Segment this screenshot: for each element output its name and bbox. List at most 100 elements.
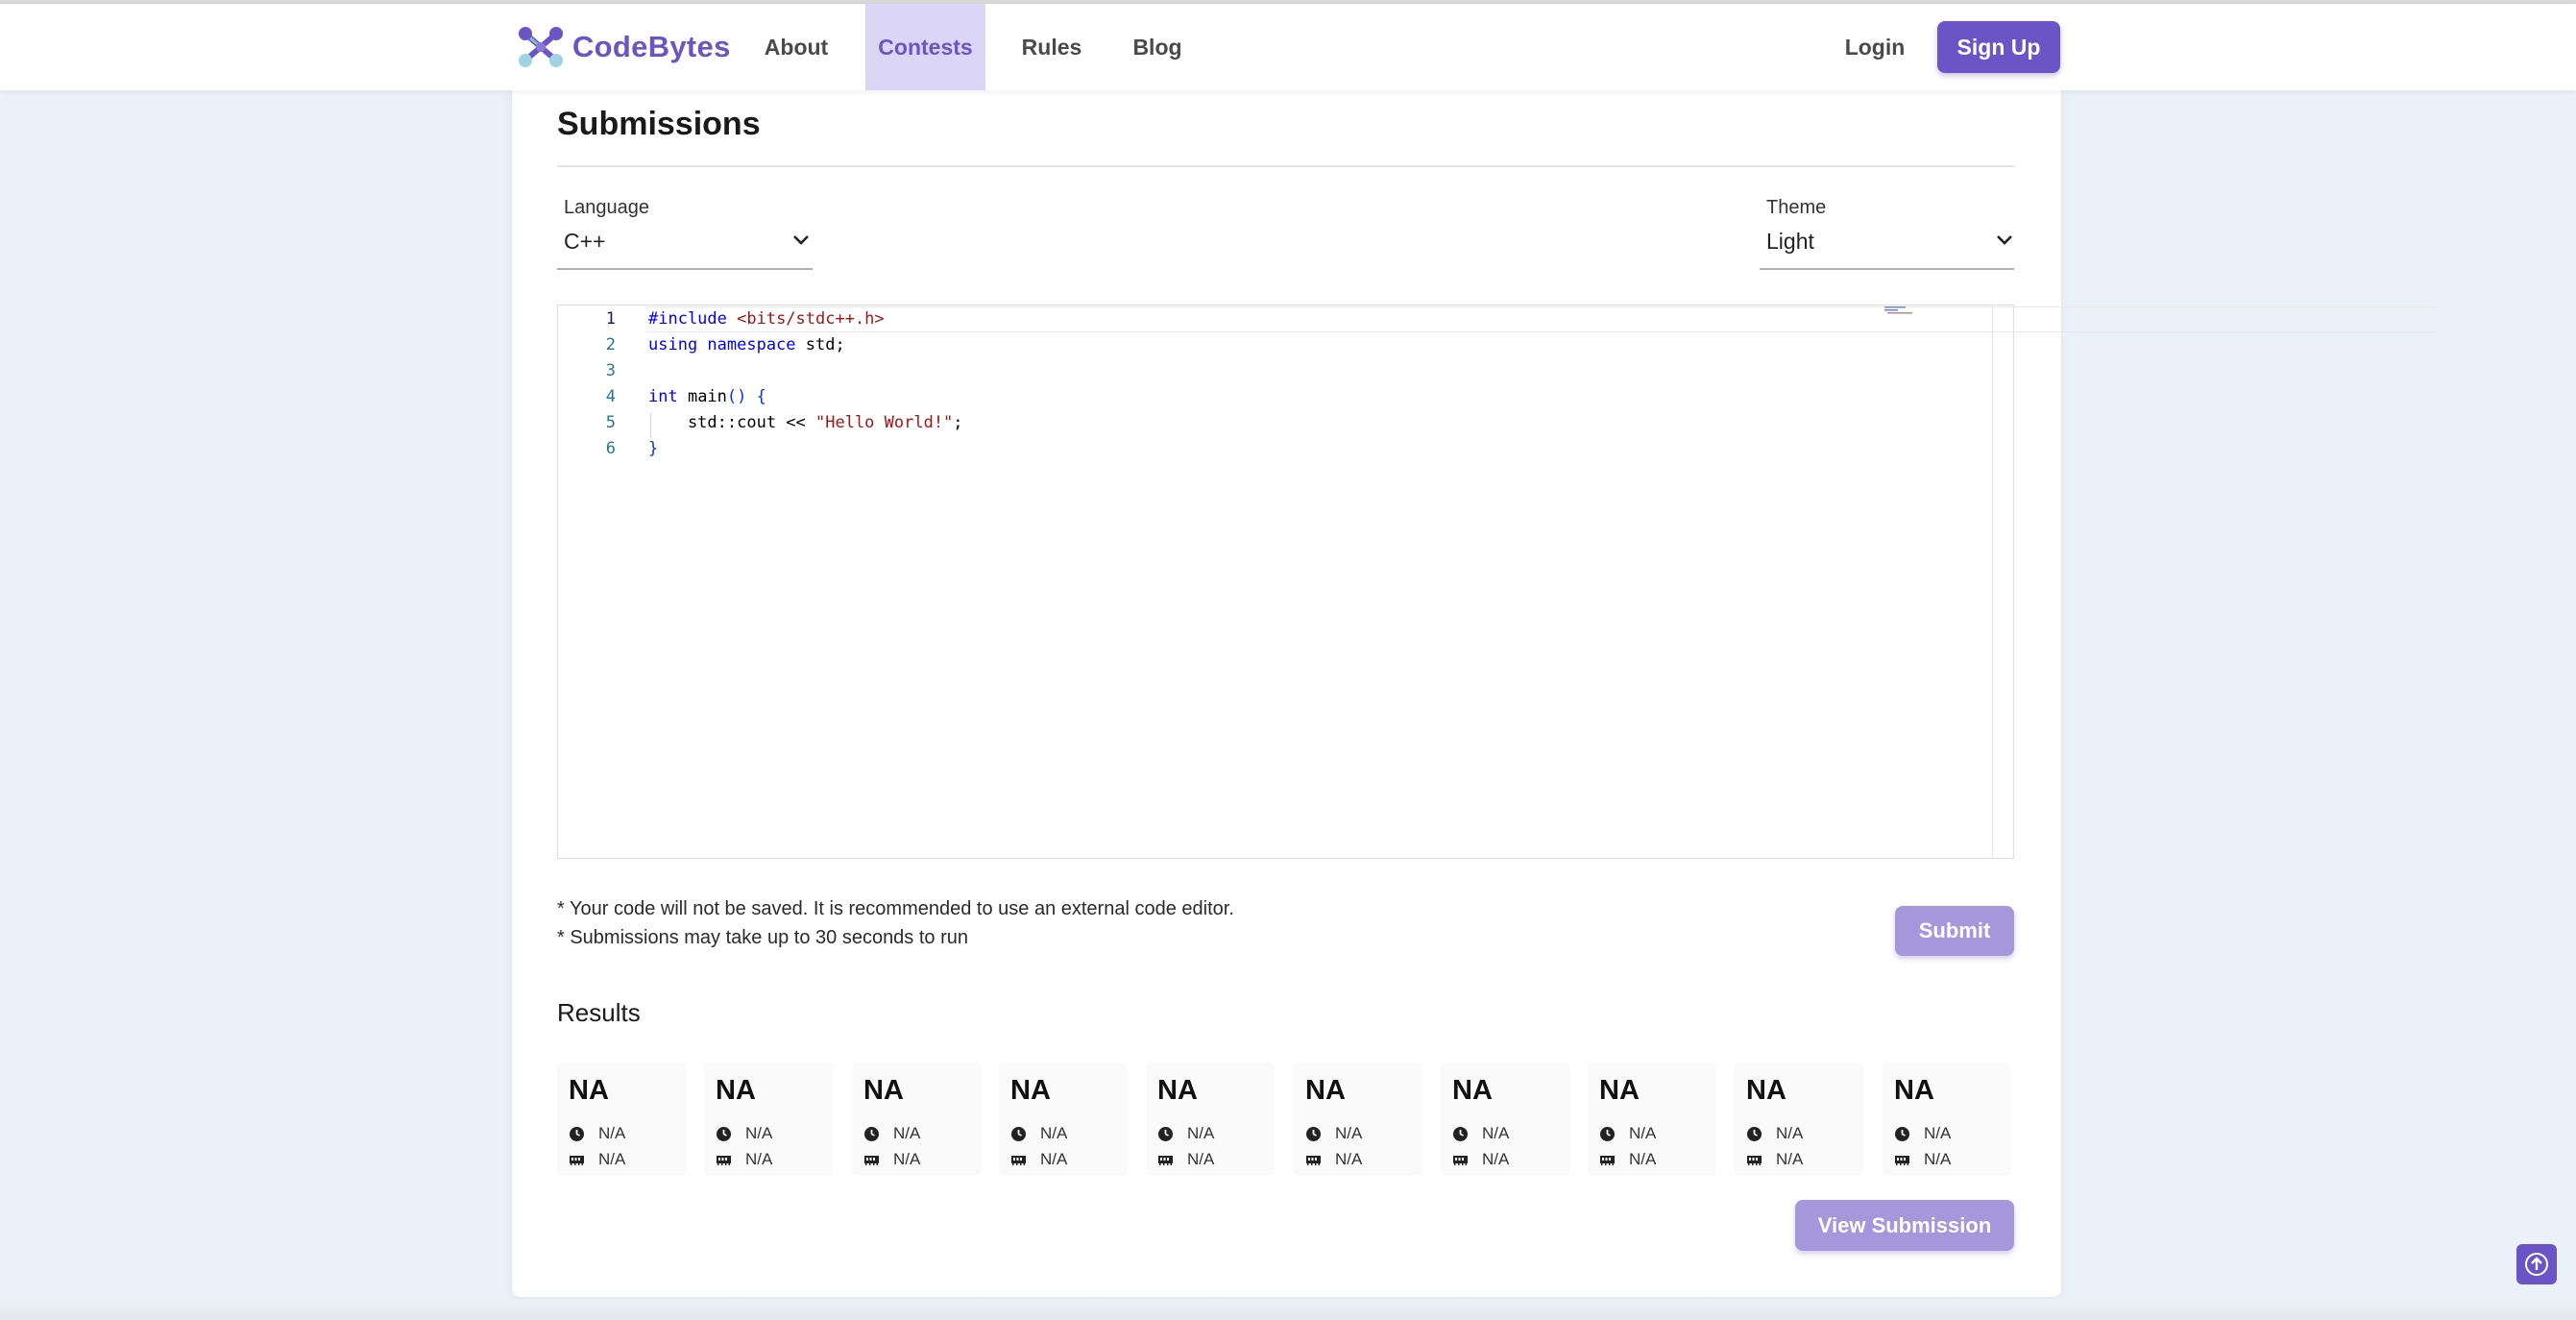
result-card: NA N/A N/A [704, 1063, 833, 1175]
chevron-down-icon [1997, 235, 2012, 245]
result-time-row: N/A [863, 1124, 920, 1143]
clock-icon [716, 1126, 745, 1142]
result-status: NA [1894, 1075, 1934, 1106]
clock-icon [863, 1126, 893, 1142]
scroll-to-top-button[interactable] [2516, 1244, 2557, 1284]
language-label: Language [564, 197, 649, 218]
memory-icon [716, 1152, 745, 1168]
brand-link[interactable]: CodeBytes [517, 25, 731, 69]
result-card: NA N/A N/A [999, 1063, 1128, 1175]
result-time-row: N/A [1010, 1124, 1067, 1143]
result-memory-row: N/A [716, 1150, 772, 1169]
code-line[interactable]: #include <bits/stdc++.h> [648, 309, 885, 329]
line-number: 2 [605, 335, 616, 354]
theme-label: Theme [1766, 197, 1827, 218]
code-editor[interactable]: 1 2 3 4 5 6 #include <bits/stdc++.h> usi… [557, 305, 2435, 859]
note-not-saved: * Your code will not be saved. It is rec… [557, 898, 1234, 919]
result-time-row: N/A [1157, 1124, 1214, 1143]
result-time: N/A [1335, 1124, 1363, 1142]
result-time: N/A [1482, 1124, 1510, 1142]
result-card: NA N/A N/A [852, 1063, 981, 1175]
memory-icon [1894, 1152, 1924, 1168]
editor-scrollbar[interactable] [1992, 306, 2013, 858]
minimap[interactable] [1883, 306, 1918, 317]
result-status: NA [1157, 1075, 1198, 1106]
nav-contests[interactable]: Contests [865, 4, 985, 90]
result-status: NA [1746, 1075, 1786, 1106]
result-card: NA N/A N/A [1883, 1063, 2011, 1175]
nav-rules[interactable]: Rules [1016, 4, 1087, 90]
line-number: 6 [605, 439, 616, 458]
result-time: N/A [1187, 1124, 1215, 1142]
result-card: NA N/A N/A [1294, 1063, 1422, 1175]
codebytes-logo-icon [519, 27, 563, 67]
result-card: NA N/A N/A [1588, 1063, 1716, 1175]
result-memory-row: N/A [1157, 1150, 1214, 1169]
result-status: NA [1452, 1075, 1493, 1106]
brand-name: CodeBytes [572, 30, 731, 63]
result-memory: N/A [1187, 1150, 1215, 1168]
line-number: 3 [605, 361, 616, 380]
result-card: NA N/A N/A [1441, 1063, 1569, 1175]
result-time: N/A [893, 1124, 921, 1142]
indent-guide [650, 413, 651, 438]
result-time: N/A [745, 1124, 773, 1142]
clock-icon [1010, 1126, 1040, 1142]
signup-button[interactable]: Sign Up [1937, 21, 2060, 73]
result-memory: N/A [1335, 1150, 1363, 1168]
memory-icon [1746, 1152, 1776, 1168]
result-card: NA N/A N/A [1735, 1063, 1863, 1175]
clock-icon [1894, 1126, 1924, 1142]
view-submission-button[interactable]: View Submission [1795, 1200, 2014, 1251]
line-number: 1 [605, 309, 616, 329]
page-title: Submissions [557, 106, 761, 142]
arrow-up-icon [2525, 1253, 2548, 1276]
result-time-row: N/A [1452, 1124, 1509, 1143]
clock-icon [569, 1126, 598, 1142]
memory-icon [863, 1152, 893, 1168]
chevron-down-icon [793, 235, 809, 245]
result-time-row: N/A [1305, 1124, 1362, 1143]
clock-icon [1599, 1126, 1629, 1142]
result-memory-row: N/A [863, 1150, 920, 1169]
result-status: NA [863, 1075, 904, 1106]
memory-icon [1305, 1152, 1335, 1168]
nav-about[interactable]: About [754, 4, 838, 90]
result-memory-row: N/A [1599, 1150, 1656, 1169]
memory-icon [569, 1152, 598, 1168]
result-time-row: N/A [1894, 1124, 1951, 1143]
result-memory-row: N/A [1452, 1150, 1509, 1169]
code-line[interactable]: std::cout << "Hello World!"; [648, 413, 963, 432]
language-value: C++ [564, 229, 606, 254]
line-number: 4 [605, 387, 616, 406]
result-time-row: N/A [1746, 1124, 1803, 1143]
result-time-row: N/A [569, 1124, 625, 1143]
result-memory: N/A [1040, 1150, 1068, 1168]
result-memory-row: N/A [569, 1150, 625, 1169]
clock-icon [1452, 1126, 1482, 1142]
code-line[interactable]: } [648, 439, 658, 458]
memory-icon [1010, 1152, 1040, 1168]
result-memory: N/A [745, 1150, 773, 1168]
title-divider [557, 165, 2014, 167]
result-memory-row: N/A [1010, 1150, 1067, 1169]
result-memory: N/A [1629, 1150, 1657, 1168]
result-time: N/A [1040, 1124, 1068, 1142]
result-time: N/A [1776, 1124, 1804, 1142]
nav-blog[interactable]: Blog [1126, 4, 1189, 90]
memory-icon [1599, 1152, 1629, 1168]
result-time: N/A [1629, 1124, 1657, 1142]
results-title: Results [557, 998, 641, 1027]
result-memory: N/A [598, 1150, 626, 1168]
submit-button[interactable]: Submit [1895, 906, 2014, 956]
clock-icon [1305, 1126, 1335, 1142]
result-status: NA [569, 1075, 609, 1106]
result-memory-row: N/A [1305, 1150, 1362, 1169]
language-underline [557, 268, 813, 270]
code-line[interactable]: int main() { [648, 387, 766, 406]
theme-value: Light [1766, 229, 1814, 254]
result-time-row: N/A [716, 1124, 772, 1143]
code-line[interactable]: using namespace std; [648, 335, 845, 354]
login-link[interactable]: Login [1838, 4, 1911, 90]
current-line-highlight [646, 306, 2435, 332]
